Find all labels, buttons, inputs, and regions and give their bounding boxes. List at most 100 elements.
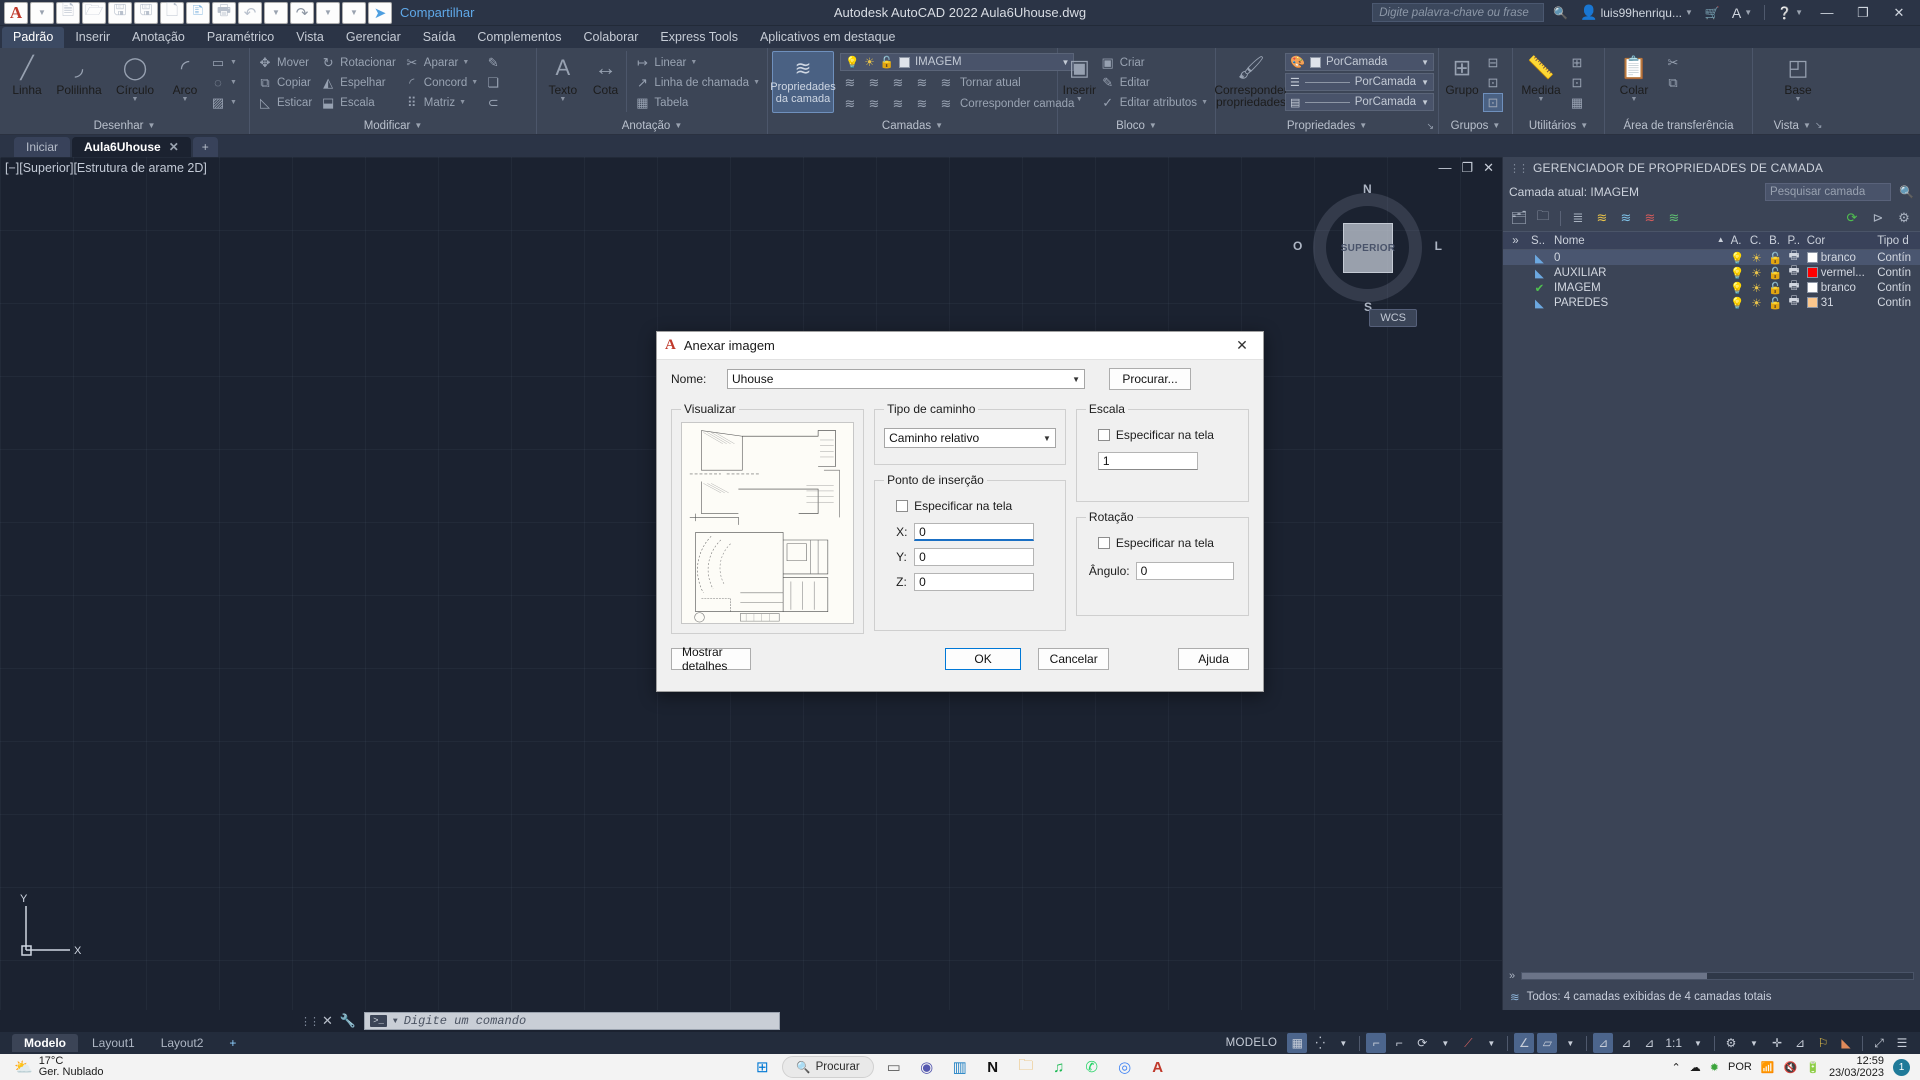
column-plot[interactable]: P.. <box>1784 235 1803 247</box>
panel-title-grupos[interactable]: Grupos ▼ <box>1439 117 1512 134</box>
notion-icon[interactable]: N <box>980 1055 1006 1079</box>
base-view-button[interactable]: ◰ Base ▼ <box>1775 51 1821 104</box>
array-chevron-down-icon[interactable]: ▼ <box>459 99 466 106</box>
path-type-select[interactable]: Caminho relativo ▼ <box>884 428 1056 448</box>
table-row[interactable]: ◣ PAREDES 💡 ☀ 🔓 🖶 31 Contín <box>1503 295 1920 310</box>
group-selection-icon[interactable]: ⊡ <box>1483 93 1503 112</box>
dynamic-ucs-toggle[interactable]: ▱ <box>1537 1033 1558 1053</box>
account-menu[interactable]: 👤 luis99henriqu... ▼ <box>1577 2 1696 24</box>
search-icon[interactable]: 🔍 <box>1550 2 1571 24</box>
ribbon-tab-aplicativos[interactable]: Aplicativos em destaque <box>749 27 907 48</box>
restore-viewport-icon[interactable]: ❐ <box>1461 160 1473 176</box>
erase-icon[interactable]: ✎ <box>483 53 503 72</box>
snap-mode-toggle[interactable]: ⁛ <box>1310 1033 1330 1053</box>
new-layer-icon[interactable]: ≣ <box>1568 208 1588 228</box>
draw-circle-button[interactable]: ◯ Círculo ▼ <box>108 51 162 104</box>
table-row[interactable]: ◣ 0 💡 ☀ 🔓 🖶 branco Contín <box>1503 250 1920 265</box>
annotation-scale-value[interactable]: 1:1 <box>1662 1033 1685 1053</box>
new-file-tab-button[interactable]: + <box>192 137 218 157</box>
sun-icon[interactable]: ☀ <box>1747 281 1766 295</box>
column-linetype[interactable]: Tipo d <box>1874 235 1920 247</box>
annotation-dimension-button[interactable]: ↔ Cota <box>585 51 627 97</box>
ellipse-icon[interactable]: ◌ <box>208 73 228 92</box>
match-layer-icon[interactable]: ≋ <box>936 94 956 113</box>
group-edit-icon[interactable]: ⊡ <box>1483 73 1503 92</box>
column-color[interactable]: Cor <box>1804 235 1874 247</box>
copy-clipboard-icon[interactable]: ⧉ <box>1663 73 1683 92</box>
object-snap-toggle[interactable]: ⟋ <box>1458 1033 1478 1053</box>
column-on[interactable]: A. <box>1728 235 1747 247</box>
fullscreen-icon[interactable]: ⤢ <box>1869 1033 1889 1053</box>
layout-tab-layout1[interactable]: Layout1 <box>80 1034 147 1052</box>
panel-title-propriedades[interactable]: Propriedades ▼ ↘ <box>1216 117 1438 134</box>
modify-move-button[interactable]: ✥ Mover <box>254 53 315 72</box>
column-status[interactable]: S.. <box>1528 235 1551 247</box>
redo-chevron-down-icon[interactable]: ▼ <box>316 1 340 24</box>
ortho-mode-toggle[interactable]: ⌐ <box>1389 1033 1409 1053</box>
autocad-icon[interactable]: A <box>1145 1055 1171 1079</box>
panel-title-modificar[interactable]: Modificar ▼ <box>250 117 536 134</box>
close-viewport-icon[interactable]: ✕ <box>1483 160 1494 176</box>
save-as-icon[interactable]: 🖫 <box>134 1 158 24</box>
undo-chevron-down-icon[interactable]: ▼ <box>264 1 288 24</box>
block-edit-attributes-button[interactable]: ✓ Editar atributos ▼ <box>1097 93 1211 112</box>
print-icon[interactable]: 🖶 <box>212 1 236 24</box>
export-icon[interactable]: 🗈 <box>186 1 210 24</box>
plot-preview-icon[interactable]: 🗋 <box>160 1 184 24</box>
trim-chevron-down-icon[interactable]: ▼ <box>462 59 469 66</box>
block-create-button[interactable]: ▣ Criar <box>1097 53 1211 72</box>
minimize-button[interactable]: — <box>1812 0 1842 26</box>
wrench-icon[interactable]: 🔧 <box>340 1013 356 1029</box>
angle-input[interactable]: 0 <box>1135 562 1234 580</box>
new-group-filter-icon[interactable]: 🗀 <box>1533 208 1553 228</box>
viewcube-east-label[interactable]: L <box>1435 239 1442 253</box>
command-input[interactable]: >_ ▼ Digite um comando <box>364 1012 780 1030</box>
panel-title-desenhar[interactable]: Desenhar ▼ <box>0 117 249 134</box>
erase-layer-icon[interactable]: ≋ <box>1640 208 1660 228</box>
layer-freeze-icon[interactable]: ≋ <box>888 73 908 92</box>
lineweight-chevron-down-icon[interactable]: ▼ <box>1421 78 1429 87</box>
panel-title-utilitarios[interactable]: Utilitários ▼ <box>1513 117 1604 134</box>
layer-thaw-icon[interactable]: ≋ <box>888 94 908 113</box>
layer-color[interactable]: branco <box>1804 282 1874 294</box>
file-tab-aula6uhouse[interactable]: Aula6Uhouse ✕ <box>72 137 191 157</box>
unlock-icon[interactable]: 🔓 <box>1766 281 1784 295</box>
ribbon-tab-inserir[interactable]: Inserir <box>64 27 121 48</box>
settings-icon[interactable]: ⚙ <box>1894 208 1914 228</box>
ok-button[interactable]: OK <box>944 648 1022 670</box>
browse-button[interactable]: Procurar... <box>1109 368 1191 390</box>
scrollbar-track[interactable] <box>1521 972 1914 980</box>
layer-off-icon[interactable]: ≋ <box>840 73 860 92</box>
windows-start-icon[interactable]: ⊞ <box>749 1055 775 1079</box>
explode-icon[interactable]: ❏ <box>483 73 503 92</box>
draw-arc-button[interactable]: ◜ Arco ▼ <box>162 51 208 104</box>
y-input[interactable]: 0 <box>914 548 1035 566</box>
layer-color[interactable]: 31 <box>1804 297 1874 309</box>
polar-tracking-toggle[interactable]: ⟳ <box>1412 1033 1432 1053</box>
modify-mirror-button[interactable]: ◭ Espelhar <box>317 73 399 92</box>
help-button[interactable]: Ajuda <box>1178 648 1249 670</box>
osnap-chevron-down-icon[interactable]: ▼ <box>1481 1033 1501 1053</box>
search-input[interactable]: Digite palavra-chave ou frase <box>1372 3 1545 22</box>
new-file-icon[interactable]: 🗎 <box>56 1 80 24</box>
layout-tab-modelo[interactable]: Modelo <box>12 1034 78 1052</box>
cut-icon[interactable]: ✂ <box>1663 53 1683 72</box>
linetype-combo[interactable]: ▤ PorCamada ▼ <box>1285 93 1434 111</box>
layer-states-icon[interactable]: ⊳ <box>1868 208 1888 228</box>
unlock-icon[interactable]: 🔓 <box>1766 251 1784 265</box>
selection-cycling-icon[interactable]: ⊡ <box>1567 73 1587 92</box>
layer-color[interactable]: branco <box>1804 252 1874 264</box>
open-folder-icon[interactable]: 🗁 <box>82 1 106 24</box>
bulb-icon[interactable]: 💡 <box>1728 281 1747 295</box>
share-label[interactable]: Compartilhar <box>400 5 474 20</box>
hatch-icon[interactable]: ▨ <box>208 93 228 112</box>
ribbon-tab-padrao[interactable]: Padrão <box>2 27 65 48</box>
lineweight-combo[interactable]: ☰ PorCamada ▼ <box>1285 73 1434 91</box>
autoscale-toggle[interactable]: ⊿ <box>1616 1033 1636 1053</box>
group-button[interactable]: ⊞ Grupo <box>1443 51 1481 97</box>
propriedades-dialog-launcher[interactable]: ↘ <box>1426 121 1434 132</box>
model-space-button[interactable]: MODELO <box>1219 1033 1285 1053</box>
command-drag-grip-icon[interactable]: ⋮⋮ <box>300 1015 320 1028</box>
wcs-selector[interactable]: WCS <box>1369 309 1417 327</box>
layer-color[interactable]: vermel... <box>1804 267 1874 279</box>
